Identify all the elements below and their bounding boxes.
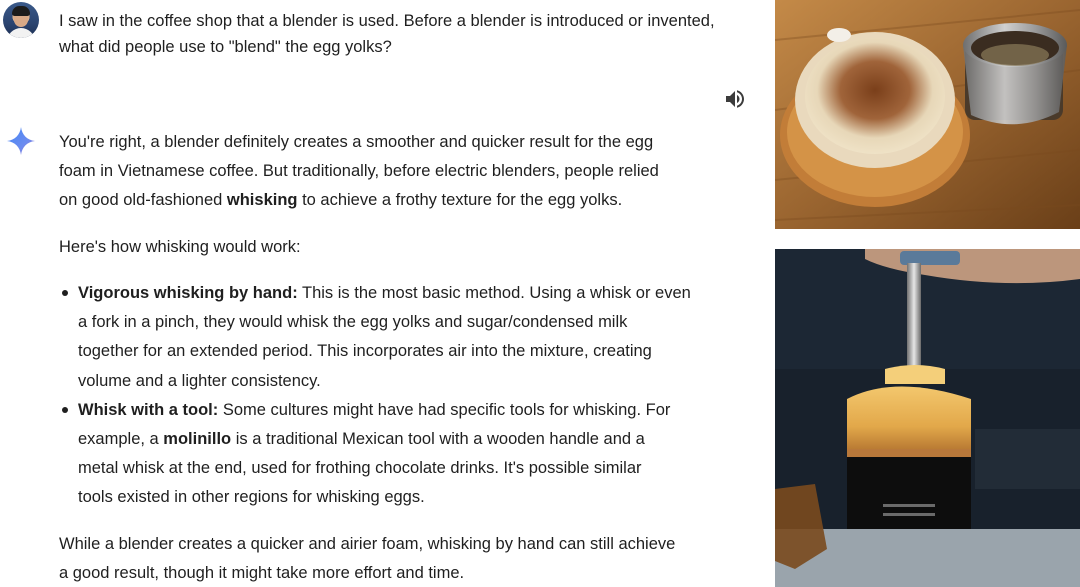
list-item-line: tools existed in other regions for whisk… xyxy=(78,488,425,507)
user-avatar xyxy=(3,2,39,38)
response-line: foam in Vietnamese coffee. But tradition… xyxy=(59,162,659,180)
list-item-line: Vigorous whisking by hand: This is the m… xyxy=(78,279,691,308)
list-item: Vigorous whisking by hand: This is the m… xyxy=(59,279,691,396)
list-item-line: metal whisk at the end, used for frothin… xyxy=(78,459,642,478)
response-bullet-list: Vigorous whisking by hand: This is the m… xyxy=(59,279,691,513)
response-line: a good result, though it might take more… xyxy=(59,564,465,582)
bold-term: whisking xyxy=(226,191,298,209)
user-prompt: I saw in the coffee shop that a blender … xyxy=(59,8,759,60)
response-closing: While a blender creates a quicker and ai… xyxy=(59,530,675,587)
gemini-sparkle-icon xyxy=(6,126,36,156)
text-run: Some cultures might have had specific to… xyxy=(218,400,671,419)
list-item-title: Whisk with a tool: xyxy=(78,400,219,419)
text-run: This is the most basic method. Using a w… xyxy=(297,284,691,302)
text-run: is a traditional Mexican tool with a woo… xyxy=(231,430,645,449)
bold-term: molinillo xyxy=(163,430,232,449)
list-item-line: example, a molinillo is a traditional Me… xyxy=(78,425,691,454)
avatar-shirt xyxy=(7,28,35,38)
list-item-title: Vigorous whisking by hand: xyxy=(78,284,298,302)
response-line: on good old-fashioned whisking to achiev… xyxy=(59,186,659,215)
text-run: example, a xyxy=(78,430,164,449)
list-item-line: a fork in a pinch, they would whisk the … xyxy=(78,313,628,332)
bullet-dot xyxy=(62,406,68,413)
chat-page: I saw in the coffee shop that a blender … xyxy=(0,0,1080,587)
avatar-hair xyxy=(12,6,30,16)
response-line: You're right, a blender definitely creat… xyxy=(59,133,654,151)
response-line: Here's how whisking would work: xyxy=(59,238,301,256)
bullet-dot xyxy=(62,290,68,296)
user-prompt-line: I saw in the coffee shop that a blender … xyxy=(59,12,715,30)
user-prompt-line: what did people use to "blend" the egg y… xyxy=(59,38,392,56)
list-item-line: Whisk with a tool: Some cultures might h… xyxy=(78,396,691,425)
text-run: on good old-fashioned xyxy=(59,191,227,209)
response-line: While a blender creates a quicker and ai… xyxy=(59,535,676,553)
response-intro: You're right, a blender definitely creat… xyxy=(59,128,659,215)
response-how-intro: Here's how whisking would work: xyxy=(59,233,301,262)
list-item-line: volume and a lighter consistency. xyxy=(78,371,321,390)
whisking-egg-coffee-image[interactable] xyxy=(775,249,1080,587)
list-item: Whisk with a tool: Some cultures might h… xyxy=(59,396,691,513)
list-item-line: together for an extended period. This in… xyxy=(78,342,652,361)
speaker-icon[interactable] xyxy=(723,87,747,111)
text-run: to achieve a frothy texture for the egg … xyxy=(297,191,623,209)
egg-coffee-image[interactable] xyxy=(775,0,1080,229)
